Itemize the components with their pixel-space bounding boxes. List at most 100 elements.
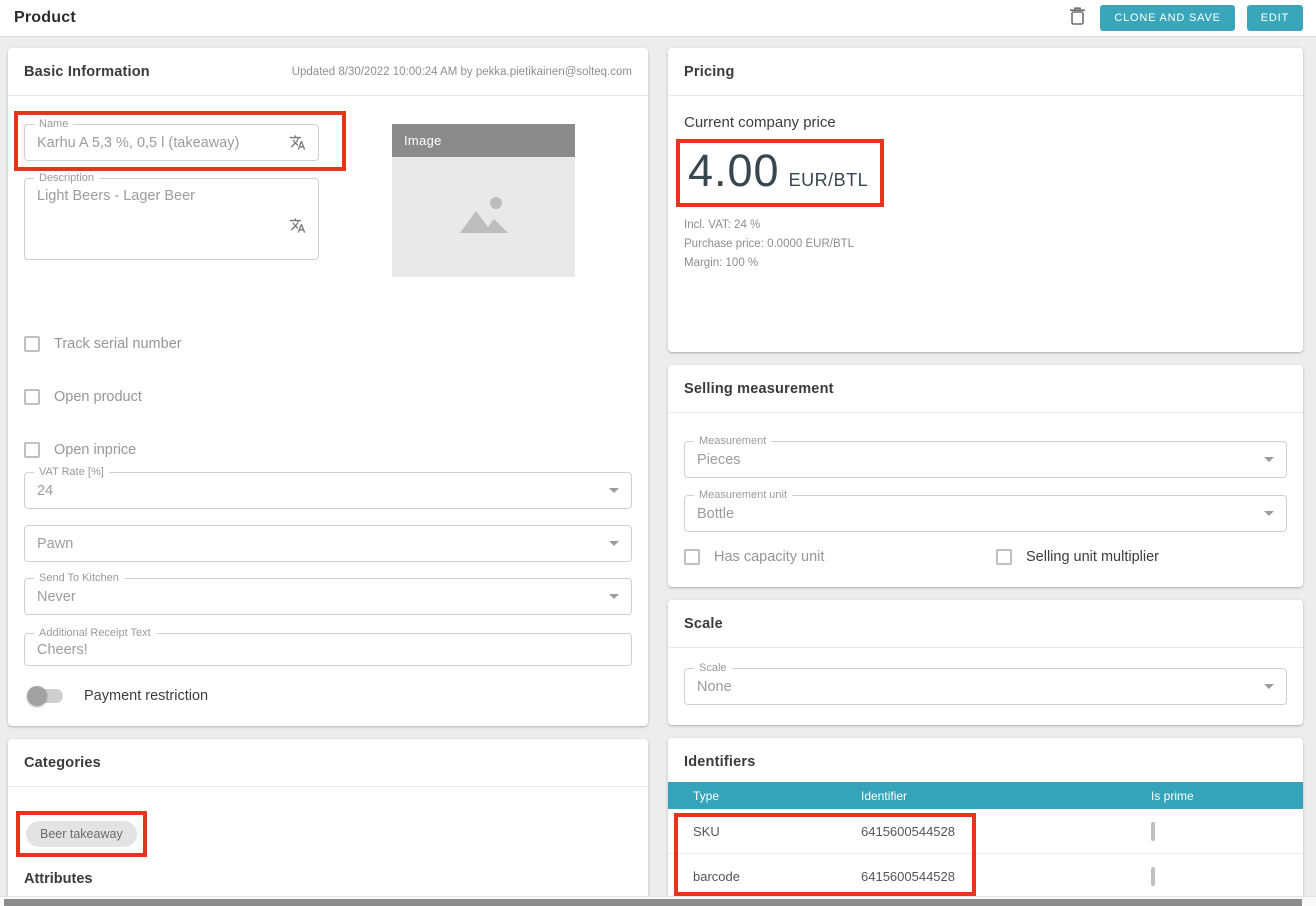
selling-unit-multiplier-row: Selling unit multiplier: [996, 549, 1159, 565]
scale-select[interactable]: Scale None: [684, 668, 1287, 705]
identifiers-card: Identifiers Type Identifier Is prime SKU…: [668, 738, 1303, 903]
selling-measurement-card: Selling measurement Measurement Pieces M…: [668, 365, 1303, 587]
vat-rate-value: 24: [37, 483, 601, 499]
name-field-value: Karhu A 5,3 %, 0,5 l (takeaway): [37, 135, 289, 151]
column-header-identifier: Identifier: [861, 789, 1141, 803]
translate-icon[interactable]: [289, 217, 306, 234]
annotation-box-price: 4.00 EUR/BTL: [676, 139, 884, 207]
track-serial-number-checkbox-row: Track serial number: [24, 336, 632, 352]
open-product-checkbox[interactable]: [24, 389, 40, 405]
payment-restriction-toggle[interactable]: [29, 686, 63, 706]
horizontal-scrollbar-thumb[interactable]: [4, 899, 1302, 906]
content-area: Basic Information Updated 8/30/2022 10:0…: [0, 37, 1316, 903]
description-field-value: Light Beers - Lager Beer: [37, 188, 306, 204]
scale-field-label: Scale: [694, 662, 732, 674]
page-title: Product: [14, 9, 76, 27]
pricing-card: Pricing Current company price 4.00 EUR/B…: [668, 48, 1303, 352]
open-product-checkbox-row: Open product: [24, 389, 632, 405]
price-value: 4.00: [688, 145, 780, 197]
checkbox-label: Has capacity unit: [714, 549, 824, 565]
send-to-kitchen-value: Never: [37, 589, 601, 605]
margin-text: Margin: 100 %: [684, 257, 1287, 269]
purchase-price-text: Purchase price: 0.0000 EUR/BTL: [684, 238, 1287, 250]
measurement-label: Measurement: [694, 435, 771, 447]
annotation-box-category: Beer takeaway: [16, 811, 147, 857]
name-field[interactable]: Name Karhu A 5,3 %, 0,5 l (takeaway): [24, 124, 319, 161]
chevron-down-icon: [609, 541, 619, 546]
edit-button[interactable]: EDIT: [1247, 5, 1303, 31]
chevron-down-icon: [1264, 684, 1274, 689]
image-placeholder-icon: [456, 193, 512, 242]
top-app-bar: Product CLONE AND SAVE EDIT: [0, 0, 1316, 37]
payment-restriction-row: Payment restriction: [24, 686, 632, 710]
basic-information-card: Basic Information Updated 8/30/2022 10:0…: [8, 48, 648, 726]
table-row-sku: SKU 6415600544528: [668, 809, 1303, 854]
description-field-label: Description: [34, 172, 99, 184]
clone-and-save-button[interactable]: CLONE AND SAVE: [1100, 5, 1234, 31]
identifier-value: 6415600544528: [861, 869, 1141, 884]
annotation-box-name: Name Karhu A 5,3 %, 0,5 l (takeaway): [14, 111, 346, 171]
send-to-kitchen-label: Send To Kitchen: [34, 572, 124, 584]
chevron-down-icon: [1264, 457, 1274, 462]
is-prime-checkbox[interactable]: [1151, 822, 1155, 841]
vat-rate-select[interactable]: VAT Rate [%] 24: [24, 472, 632, 509]
selling-unit-multiplier-checkbox[interactable]: [996, 549, 1012, 565]
attributes-title: Attributes: [24, 871, 632, 887]
measurement-unit-label: Measurement unit: [694, 489, 792, 501]
measurement-value: Pieces: [697, 452, 1256, 468]
send-to-kitchen-select[interactable]: Send To Kitchen Never: [24, 578, 632, 615]
identifier-type: SKU: [668, 824, 861, 839]
additional-receipt-text-field[interactable]: Additional Receipt Text Cheers!: [24, 633, 632, 666]
chevron-down-icon: [609, 594, 619, 599]
description-field[interactable]: Description Light Beers - Lager Beer: [24, 178, 319, 260]
table-row-barcode: barcode 6415600544528: [668, 854, 1303, 899]
is-prime-checkbox[interactable]: [1151, 867, 1155, 886]
additional-receipt-text-label: Additional Receipt Text: [34, 627, 156, 639]
selling-measurement-title: Selling measurement: [684, 381, 834, 397]
measurement-select[interactable]: Measurement Pieces: [684, 441, 1287, 478]
incl-vat-text: Incl. VAT: 24 %: [684, 219, 1287, 231]
has-capacity-unit-row: Has capacity unit: [684, 549, 996, 565]
scale-title: Scale: [684, 616, 723, 632]
measurement-unit-select[interactable]: Measurement unit Bottle: [684, 495, 1287, 532]
pawn-value: Pawn: [37, 536, 601, 552]
has-capacity-unit-checkbox[interactable]: [684, 549, 700, 565]
chevron-down-icon: [1264, 511, 1274, 516]
current-price-label: Current company price: [684, 114, 1287, 131]
scale-field-value: None: [697, 679, 1256, 695]
checkbox-label: Open product: [54, 389, 142, 405]
translate-icon[interactable]: [289, 134, 306, 151]
payment-restriction-label: Payment restriction: [84, 688, 208, 704]
delete-button[interactable]: [1066, 7, 1088, 29]
column-header-type: Type: [668, 789, 861, 803]
categories-card: Categories Beer takeaway Attributes: [8, 739, 648, 903]
name-field-label: Name: [34, 118, 73, 130]
chevron-down-icon: [609, 488, 619, 493]
identifiers-table-header: Type Identifier Is prime: [668, 782, 1303, 809]
column-header-is-prime: Is prime: [1141, 789, 1303, 803]
category-chip[interactable]: Beer takeaway: [26, 821, 137, 847]
trash-icon: [1069, 7, 1086, 29]
price-unit: EUR/BTL: [789, 170, 869, 191]
identifier-value: 6415600544528: [861, 824, 1141, 839]
measurement-unit-value: Bottle: [697, 506, 1256, 522]
scale-card: Scale Scale None: [668, 600, 1303, 725]
basic-information-title: Basic Information: [24, 64, 150, 80]
checkbox-label: Track serial number: [54, 336, 182, 352]
checkbox-label: Open inprice: [54, 442, 136, 458]
product-image-panel: Image: [392, 124, 575, 286]
image-panel-title: Image: [392, 124, 575, 157]
identifiers-title: Identifiers: [684, 754, 756, 770]
categories-title: Categories: [24, 755, 101, 771]
pawn-select[interactable]: Pawn: [24, 525, 632, 562]
identifiers-table: Type Identifier Is prime SKU 64156005445…: [668, 782, 1303, 899]
updated-timestamp: Updated 8/30/2022 10:00:24 AM by pekka.p…: [292, 66, 632, 78]
open-inprice-checkbox[interactable]: [24, 442, 40, 458]
additional-receipt-text-value: Cheers!: [37, 642, 619, 658]
horizontal-scrollbar: [0, 896, 1316, 906]
track-serial-number-checkbox[interactable]: [24, 336, 40, 352]
open-inprice-checkbox-row: Open inprice: [24, 442, 632, 458]
pricing-title: Pricing: [684, 64, 735, 80]
checkbox-label: Selling unit multiplier: [1026, 549, 1159, 565]
vat-rate-label: VAT Rate [%]: [34, 466, 109, 478]
